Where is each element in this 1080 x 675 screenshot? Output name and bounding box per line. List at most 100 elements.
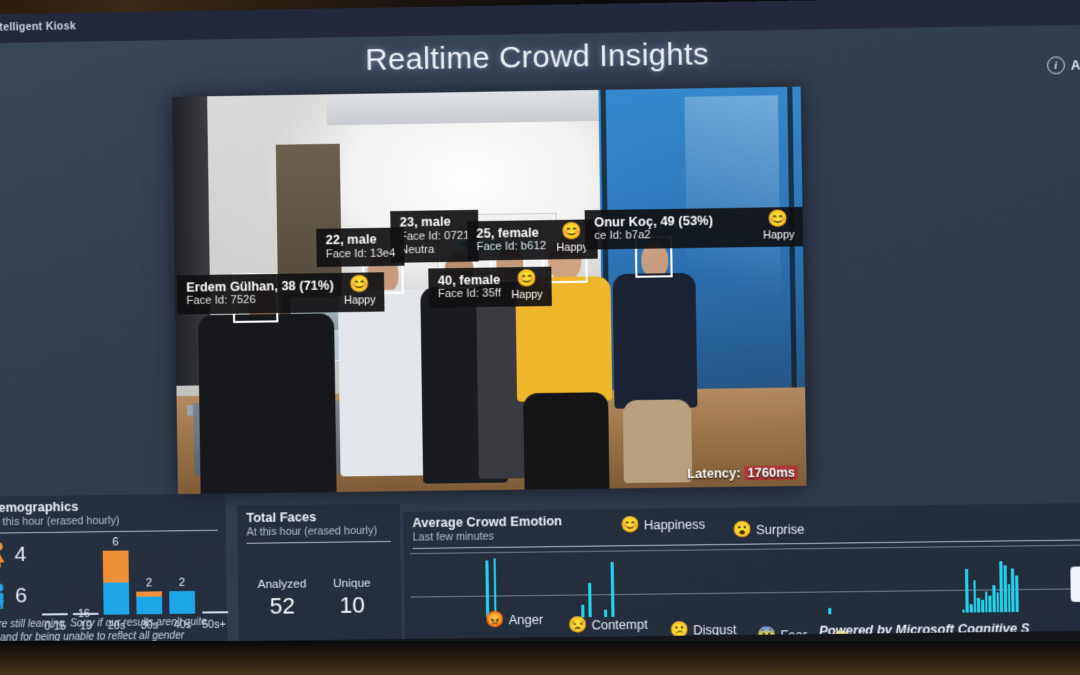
face-name: 22, male — [325, 232, 377, 248]
face-emotion: 😊 Happy — [762, 210, 795, 242]
divider — [246, 540, 392, 544]
info-circle-icon: i — [1046, 56, 1065, 75]
emotion-label: Happy — [344, 294, 376, 307]
total-faces-title: Total Faces — [246, 509, 317, 526]
emotion-bar — [996, 592, 1000, 613]
demographics-card: Demographics At this hour (erased hourly… — [0, 493, 229, 666]
emotion-label: Happy — [511, 288, 543, 302]
analyzed-label: Analyzed — [257, 578, 307, 592]
about-label: Abo — [1070, 57, 1080, 73]
emotion-bar — [493, 557, 497, 619]
edge-icon[interactable]: e — [1070, 566, 1080, 602]
age-bar-value: 2 — [178, 576, 186, 590]
emotion-legend-label: Contempt — [591, 616, 648, 633]
emotion-bar — [988, 595, 992, 613]
monitor-screen: Intelligent Kiosk Realtime Crowd Insight… — [0, 0, 1080, 675]
emotion-bar — [828, 607, 832, 615]
analyzed-stat: Analyzed 52 — [257, 578, 306, 620]
unique-label: Unique — [333, 577, 371, 591]
emotion-bar — [588, 583, 592, 618]
emotion-legend-label: Happiness — [643, 516, 706, 533]
emotion-legend-item-surprise: 😮 Surprise — [732, 520, 805, 539]
total-faces-subtitle: At this hour (erased hourly) — [246, 524, 378, 539]
gridline — [410, 588, 1080, 598]
face-label-5: 40, female Face Id: 35ff 😊 Happy — [428, 266, 553, 308]
emotion-legend-label: Surprise — [755, 521, 805, 537]
emotion-emoji-icon: 😡 — [485, 610, 505, 629]
photographed-monitor: Intelligent Kiosk Realtime Crowd Insight… — [0, 0, 1080, 675]
app-body: Realtime Crowd Insights i Abo Erdem Gülh… — [0, 24, 1080, 666]
age-bar-value: 6 — [112, 536, 119, 549]
emotion-bar — [984, 591, 988, 613]
unique-value: 10 — [339, 591, 366, 619]
window-title: Intelligent Kiosk — [0, 20, 77, 34]
face-id: Face Id: 0721 — [399, 229, 470, 243]
glass-reflection — [684, 95, 783, 408]
total-faces-card: Total Faces At this hour (erased hourly)… — [236, 503, 402, 648]
face-emotion: 😊 Happy — [511, 270, 543, 302]
face-id: ce Id: b7a2 — [594, 229, 651, 243]
age-bar-value: 2 — [145, 577, 153, 590]
latency-indicator: Latency: 1760ms — [687, 465, 799, 482]
face-id: Face Id: b612 — [476, 240, 547, 254]
live-video-feed[interactable]: Erdem Gülhan, 38 (71%) Face Id: 7526 😊 H… — [172, 86, 807, 495]
face-name: 25, female — [476, 225, 539, 241]
emotion-bar — [999, 561, 1004, 613]
emotion-bar — [1011, 568, 1015, 613]
emotion-bar — [604, 609, 607, 617]
emotion-bar — [1015, 575, 1019, 612]
emotion-legend-item-anger: 😡 Anger — [485, 610, 544, 629]
demographics-title: Demographics — [0, 499, 79, 516]
latency-label: Latency: — [687, 466, 741, 482]
emotion-label: Neutra — [400, 243, 435, 257]
latency-value: 1760ms — [744, 465, 799, 481]
emotion-legend-item-happiness: 😊 Happiness — [620, 516, 706, 534]
emotion-bar — [969, 604, 973, 613]
divider — [0, 529, 218, 534]
male-icon — [0, 583, 4, 609]
demographics-subtitle: At this hour (erased hourly) — [0, 514, 120, 529]
emotion-label: Happy — [762, 228, 795, 242]
age-bar-20s — [102, 550, 130, 615]
emotion-emoji: 😊 — [768, 210, 790, 229]
insights-dashboard: Demographics At this hour (erased hourly… — [0, 482, 1080, 666]
analyzed-value: 52 — [269, 592, 296, 619]
emotion-timeline-chart — [409, 540, 1080, 619]
face-label-6: Onur Koç, 49 (53%) ce Id: b7a2 😊 Happy — [584, 206, 805, 250]
face-label-4: 25, female Face Id: b612 😊 Happy — [466, 219, 598, 261]
age-bar-30s — [136, 591, 163, 615]
face-name: 40, female — [437, 272, 501, 288]
emotion-emoji: 😊 — [561, 222, 583, 241]
emotion-legend-label: Anger — [508, 611, 544, 627]
emotion-bar — [962, 609, 965, 613]
emotion-label: Happy — [556, 241, 589, 255]
female-icon — [0, 542, 5, 568]
desk-surface-bottom — [0, 641, 1080, 675]
male-count: 6 — [14, 583, 28, 608]
face-id: Face Id: 7526 — [186, 294, 256, 308]
face-label-2: 22, male Face Id: 13e4 — [316, 227, 405, 267]
emotion-bar — [1007, 583, 1011, 613]
emotion-legend-item-contempt: 😒 Contempt — [567, 616, 648, 634]
emotion-emoji-icon: 😒 — [567, 616, 588, 634]
face-name: 23, male — [399, 214, 451, 230]
unique-stat: Unique 10 — [333, 577, 371, 619]
emotion-bar — [1003, 565, 1007, 613]
emotion-bar — [610, 561, 615, 617]
emotion-emoji-icon: 😊 — [620, 516, 640, 534]
emotion-bar — [485, 560, 490, 619]
age-bar-zero — [42, 613, 68, 616]
face-id: Face Id: 35ff — [437, 287, 502, 301]
age-bar-zero — [202, 611, 229, 614]
emotion-bar — [981, 600, 984, 613]
emotion-emoji-icon: 😮 — [732, 520, 753, 539]
face-name: Onur Koç, 49 (53%) — [594, 213, 714, 230]
about-button[interactable]: i Abo — [1046, 56, 1080, 75]
emotion-bar — [977, 598, 981, 613]
age-bar-40s — [169, 590, 196, 614]
emotion-bar — [965, 568, 969, 613]
face-emotion: 😊 Happy — [344, 275, 376, 307]
emotion-emoji: 😊 — [349, 275, 371, 294]
female-count: 4 — [14, 542, 27, 567]
emotion-bar — [992, 585, 996, 613]
